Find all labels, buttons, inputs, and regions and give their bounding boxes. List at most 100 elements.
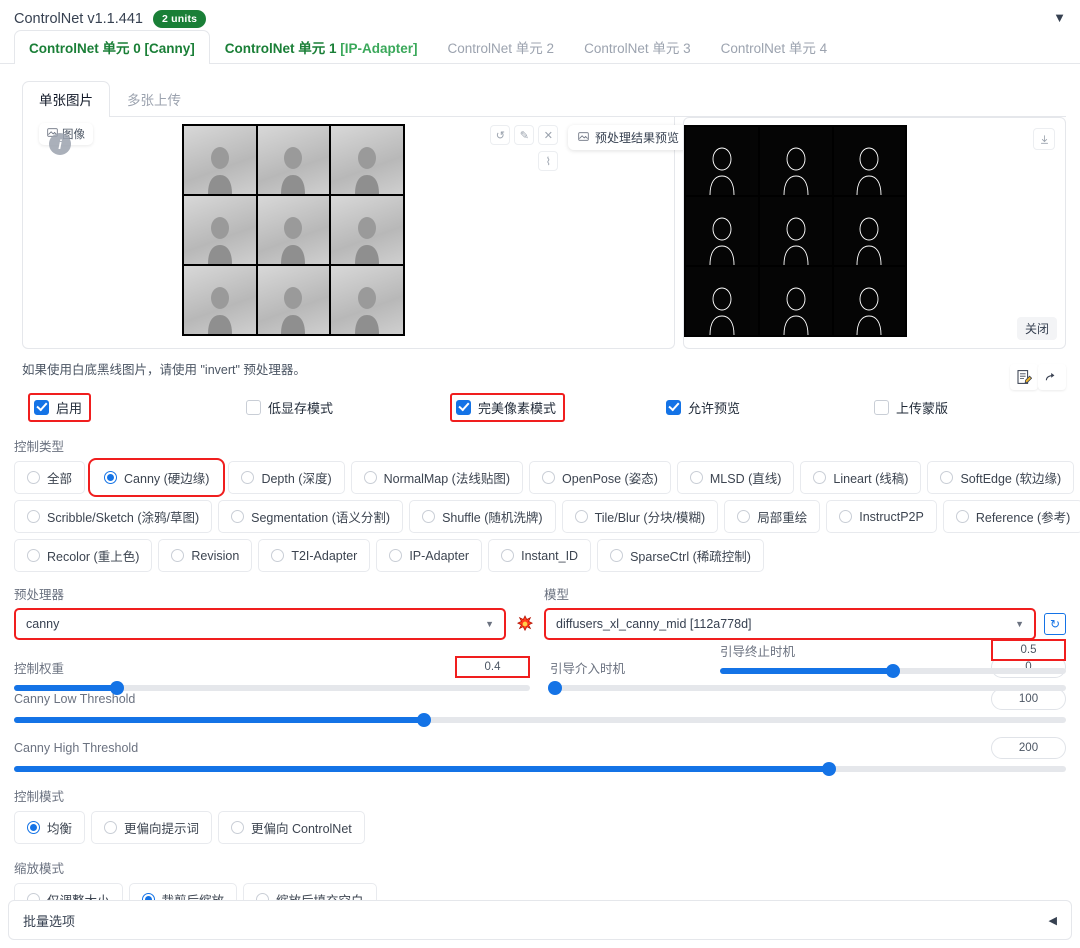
control-type-segmentation[interactable]: Segmentation (语义分割) (218, 500, 403, 533)
control-type-recolor[interactable]: Recolor (重上色) (14, 539, 152, 572)
checkbox-enable[interactable]: 启用 (28, 393, 91, 422)
slider-label: 引导终止时机 (720, 641, 795, 660)
pill-label: Shuffle (随机洗牌) (442, 507, 543, 526)
options-checkbox-row: 启用 低显存模式 完美像素模式 允许预览 上传蒙版 (14, 392, 1066, 422)
slider-track[interactable] (550, 685, 1066, 691)
preprocess-preview-tag: 预处理结果预览 (568, 125, 689, 150)
control-type-shuffle[interactable]: Shuffle (随机洗牌) (409, 500, 556, 533)
tab-controlnet-unit-3[interactable]: ControlNet 单元 3 (569, 30, 706, 64)
preprocessor-model-row: 预处理器 canny ▼ 模型 diffusers_xl_canny_mid [… (14, 584, 1066, 640)
checkbox-box (874, 400, 889, 415)
tab-batch-upload[interactable]: 多张上传 (110, 81, 198, 117)
explosion-icon[interactable] (514, 613, 536, 635)
image-tile (331, 266, 403, 334)
control-mode-label: 控制模式 (14, 786, 1066, 805)
tab-controlnet-unit-2[interactable]: ControlNet 单元 2 (433, 30, 570, 64)
control-type-instant-id[interactable]: Instant_ID (488, 539, 591, 572)
batch-options-label: 批量选项 (23, 911, 75, 930)
undo-icon[interactable]: ↺ (490, 125, 510, 145)
control-type-instructp2p[interactable]: InstructP2P (826, 500, 937, 533)
control-type-normalmap[interactable]: NormalMap (法线贴图) (351, 461, 523, 494)
edit-note-icon[interactable] (1010, 364, 1038, 390)
slider-header: 引导终止时机 0.5 (720, 637, 1066, 663)
control-type-depth[interactable]: Depth (深度) (228, 461, 344, 494)
checkbox-box (456, 400, 471, 415)
radio-icon (241, 471, 254, 484)
slider-value[interactable]: 0.5 (991, 639, 1066, 661)
slider-knob[interactable] (822, 762, 836, 776)
download-icon[interactable] (1033, 128, 1055, 150)
tab-controlnet-unit-0[interactable]: ControlNet 单元 0 [Canny] (14, 30, 210, 64)
image-tile (184, 196, 256, 264)
control-type-reference[interactable]: Reference (参考) (943, 500, 1080, 533)
input-image-grid (182, 124, 405, 336)
preprocess-preview-panel: 关闭 (683, 117, 1066, 349)
checkbox-allow-preview[interactable]: 允许预览 (666, 398, 740, 417)
radio-icon (104, 821, 117, 834)
preview-tile (686, 197, 758, 265)
model-select[interactable]: diffusers_xl_canny_mid [112a778d] ▼ (544, 608, 1036, 640)
radio-icon (737, 510, 750, 523)
radio-icon (501, 549, 514, 562)
slider-label: 控制权重 (14, 658, 64, 677)
batch-options-accordion[interactable]: 批量选项 ◀ (8, 900, 1072, 940)
control-type-t2i-adapter[interactable]: T2I-Adapter (258, 539, 370, 572)
control-type-scribble[interactable]: Scribble/Sketch (涂鸦/草图) (14, 500, 212, 533)
slider-value[interactable]: 0.4 (455, 656, 530, 678)
slider-knob[interactable] (548, 681, 562, 695)
control-type-softedge[interactable]: SoftEdge (软边缘) (927, 461, 1074, 494)
checkbox-upload-mask[interactable]: 上传蒙版 (874, 398, 948, 417)
radio-icon (271, 549, 284, 562)
control-type-all[interactable]: 全部 (14, 461, 85, 494)
slider-label: 引导介入时机 (550, 658, 625, 677)
send-to-icon[interactable] (1038, 364, 1066, 390)
input-image-dropzone[interactable]: 图像 i ↺ ✎ (22, 117, 675, 349)
close-preview-button[interactable]: 关闭 (1017, 317, 1057, 340)
slider-knob[interactable] (417, 713, 431, 727)
slider-knob[interactable] (886, 664, 900, 678)
preprocessor-field: 预处理器 canny ▼ (14, 584, 506, 640)
control-mode-controlnet-priority[interactable]: 更偏向 ControlNet (218, 811, 365, 844)
accordion-header[interactable]: ControlNet v1.1.441 2 units (0, 0, 1080, 30)
checkbox-low-vram[interactable]: 低显存模式 (246, 398, 333, 417)
refresh-icon[interactable]: ↻ (1044, 613, 1066, 635)
control-type-openpose[interactable]: OpenPose (姿态) (529, 461, 671, 494)
checkbox-pixel-perfect[interactable]: 完美像素模式 (450, 393, 565, 422)
control-type-tile-blur[interactable]: Tile/Blur (分块/模糊) (562, 500, 719, 533)
control-mode-balanced[interactable]: 均衡 (14, 811, 85, 844)
eraser-icon[interactable]: ✎ (514, 125, 534, 145)
control-type-mlsd[interactable]: MLSD (直线) (677, 461, 795, 494)
tab-controlnet-unit-1[interactable]: ControlNet 单元 1 [IP-Adapter] (210, 30, 433, 64)
model-label: 模型 (544, 584, 1036, 603)
preview-tile (834, 267, 906, 335)
control-type-ip-adapter[interactable]: IP-Adapter (376, 539, 482, 572)
pill-label: SparseCtrl (稀疏控制) (630, 546, 751, 565)
brush-icon[interactable]: ⌇ (538, 151, 558, 171)
control-type-sparsectrl[interactable]: SparseCtrl (稀疏控制) (597, 539, 764, 572)
close-icon[interactable]: ✕ (538, 125, 558, 145)
image-preview-icon (578, 131, 589, 145)
preprocessor-select[interactable]: canny ▼ (14, 608, 506, 640)
tab-suffix: [Canny] (145, 41, 195, 56)
control-type-inpaint[interactable]: 局部重绘 (724, 500, 820, 533)
radio-icon (575, 510, 588, 523)
slider-track[interactable] (720, 668, 1066, 674)
tab-single-image[interactable]: 单张图片 (22, 81, 110, 117)
slider-fill (14, 685, 117, 691)
control-mode-prompt-priority[interactable]: 更偏向提示词 (91, 811, 212, 844)
control-type-revision[interactable]: Revision (158, 539, 252, 572)
slider-track[interactable] (14, 717, 1066, 723)
slider-track[interactable] (14, 685, 530, 691)
image-tile (184, 266, 256, 334)
control-type-lineart[interactable]: Lineart (线稿) (800, 461, 921, 494)
control-type-canny[interactable]: Canny (硬边缘) (91, 461, 222, 494)
slider-knob[interactable] (110, 681, 124, 695)
slider-track[interactable] (14, 766, 1066, 772)
pill-label: MLSD (直线) (710, 468, 782, 487)
slider-value[interactable]: 200 (991, 737, 1066, 759)
chevron-down-icon[interactable]: ▼ (1053, 10, 1066, 25)
radio-icon (389, 549, 402, 562)
tab-controlnet-unit-4[interactable]: ControlNet 单元 4 (706, 30, 843, 64)
slider-value[interactable]: 100 (991, 688, 1066, 710)
image-source-tabbar: 单张图片 多张上传 (22, 80, 1066, 117)
